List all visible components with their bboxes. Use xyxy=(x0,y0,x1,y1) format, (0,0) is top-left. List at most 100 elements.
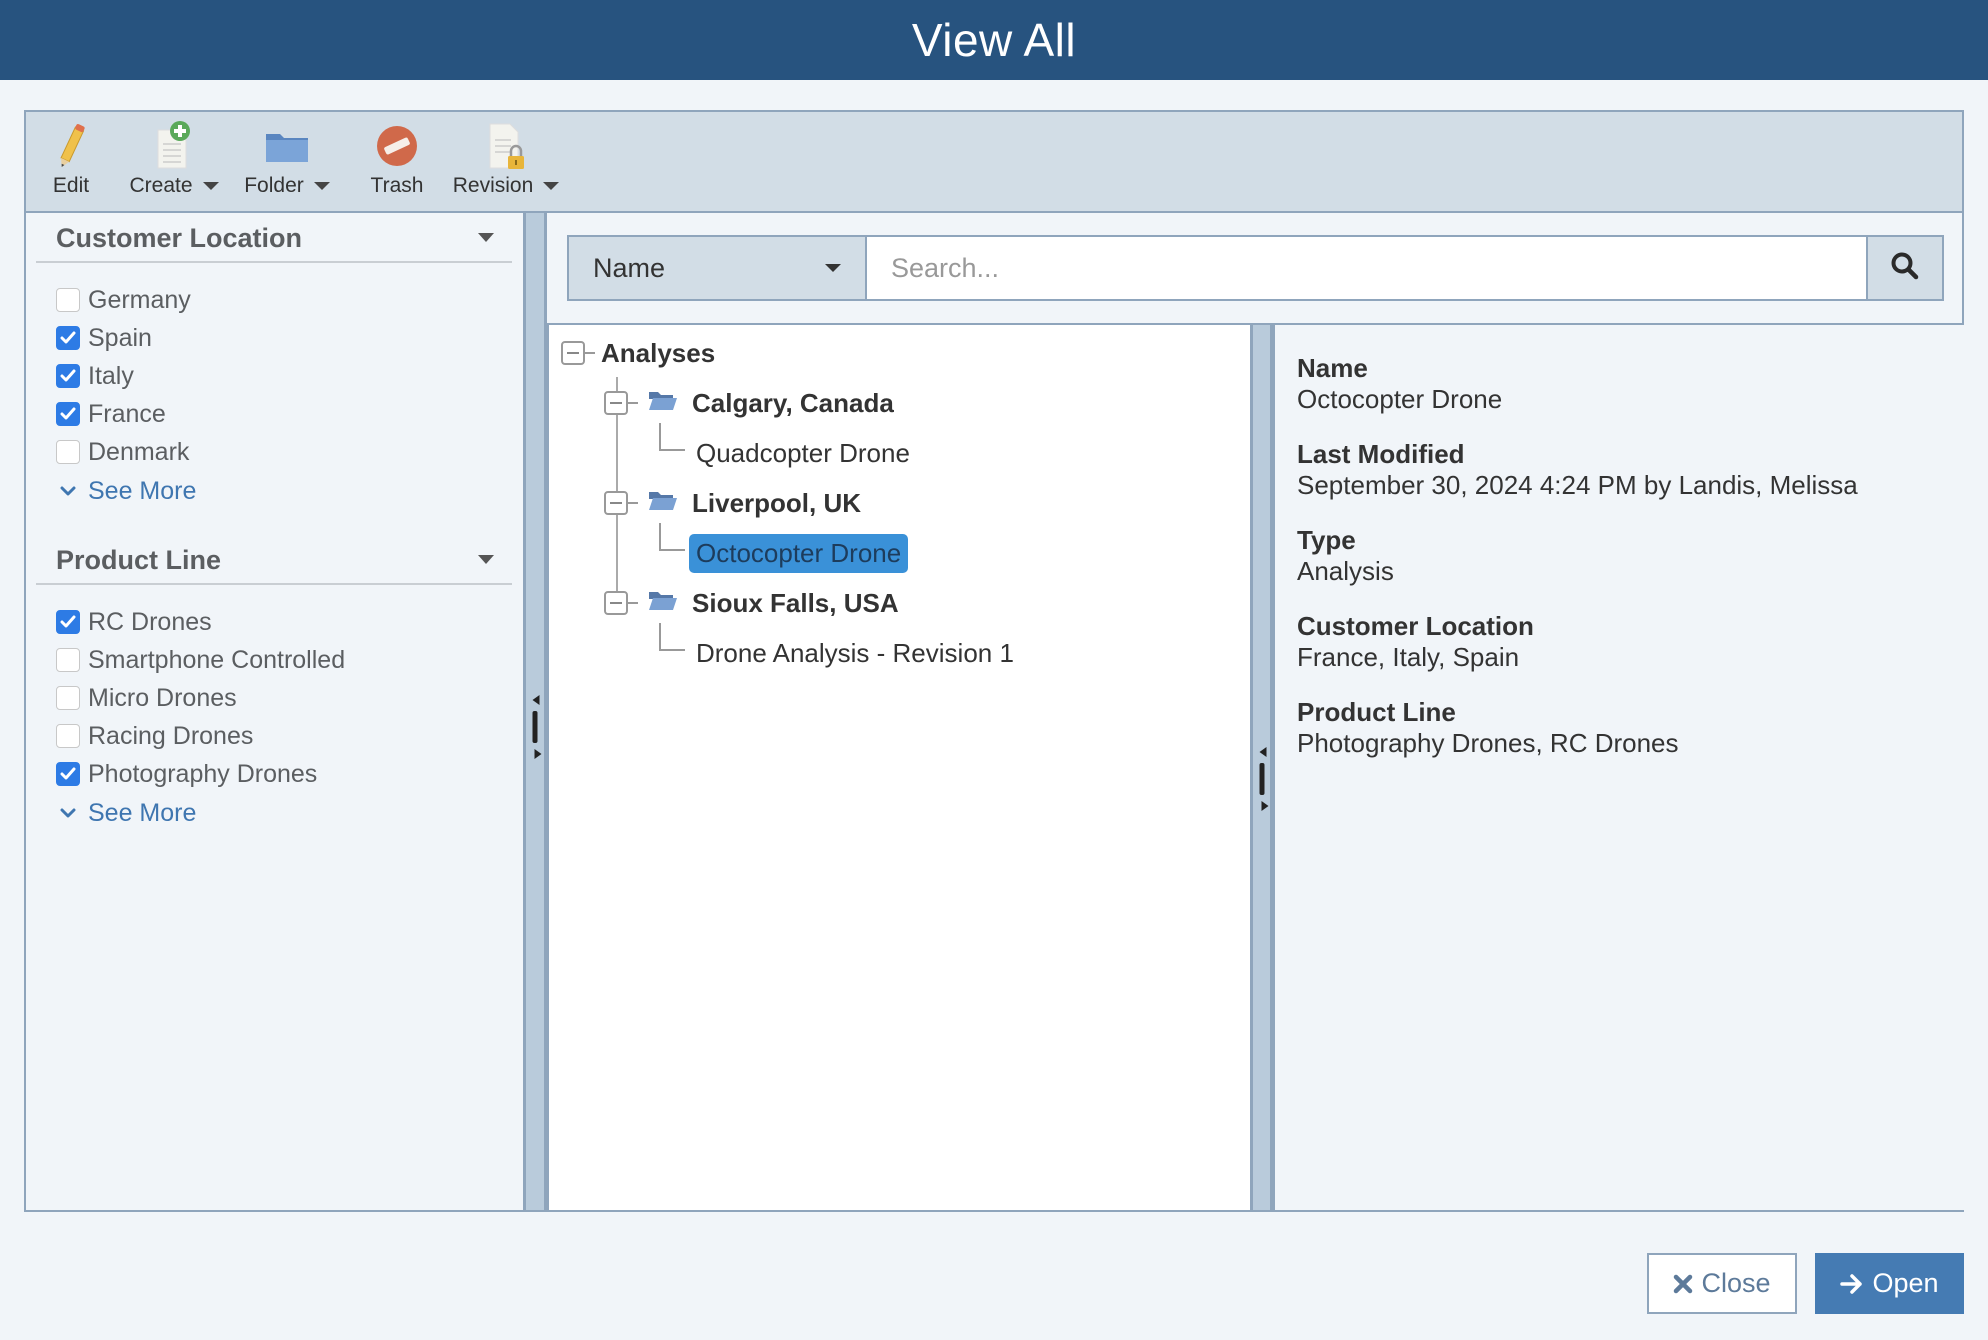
detail-value: France, Italy, Spain xyxy=(1297,642,1520,672)
tree-leaf-selected[interactable]: Octocopter Drone xyxy=(689,531,909,575)
detail-value: Octocopter Drone xyxy=(1297,384,1503,414)
tree-node-label: Octocopter Drone xyxy=(689,533,909,573)
filter-option-micro-drones[interactable]: Micro Drones xyxy=(56,679,512,717)
search-button[interactable] xyxy=(1866,235,1944,301)
close-icon xyxy=(1673,1274,1693,1294)
collapse-caret-icon[interactable] xyxy=(478,555,494,564)
search-bar: Name xyxy=(567,235,1944,301)
edit-button[interactable]: Edit xyxy=(46,120,96,208)
open-folder-icon xyxy=(648,390,678,417)
collapse-toggle-icon[interactable] xyxy=(604,491,628,515)
option-label: Germany xyxy=(88,285,191,314)
filter-option-smartphone-controlled[interactable]: Smartphone Controlled xyxy=(56,641,512,679)
tree-folder[interactable]: Liverpool, UK xyxy=(604,483,861,523)
tree-folder[interactable]: Sioux Falls, USA xyxy=(604,583,899,623)
search-input[interactable] xyxy=(867,235,1866,301)
checkbox[interactable] xyxy=(56,762,80,786)
filter-option-italy[interactable]: Italy xyxy=(56,357,512,395)
search-icon xyxy=(1890,251,1920,286)
detail-label: Last Modified xyxy=(1297,439,1465,469)
product-line-options: RC Drones Smartphone Controlled Micro Dr… xyxy=(36,585,512,833)
main-area: Name Analyses xyxy=(547,213,1964,1210)
option-label: Denmark xyxy=(88,437,190,466)
tree-folder[interactable]: Calgary, Canada xyxy=(604,383,894,423)
trash-button[interactable]: Trash xyxy=(362,120,432,208)
search-field-value: Name xyxy=(593,252,666,283)
chevron-down-icon xyxy=(56,486,80,496)
tree-leaf[interactable]: Drone Analysis - Revision 1 xyxy=(689,633,1021,673)
trash-icon xyxy=(373,120,421,172)
tree-node-label: Drone Analysis - Revision 1 xyxy=(696,637,1014,668)
filter-option-france[interactable]: France xyxy=(56,395,512,433)
facet-product-line: Product Line RC Drones Smartphone Contro… xyxy=(36,535,512,833)
checkbox[interactable] xyxy=(56,724,80,748)
checkbox[interactable] xyxy=(56,648,80,672)
create-button[interactable]: Create xyxy=(126,120,222,208)
tree-connector xyxy=(659,623,685,651)
dialog-header: View All xyxy=(0,0,1988,80)
collapse-toggle-icon[interactable] xyxy=(561,341,585,365)
view-all-dialog: Edit Create Folder Trash Revision Custom… xyxy=(24,110,1964,1212)
detail-label: Product Line xyxy=(1297,697,1456,727)
collapse-toggle-icon[interactable] xyxy=(604,591,628,615)
filter-option-racing-drones[interactable]: Racing Drones xyxy=(56,717,512,755)
detail-panel-splitter[interactable] xyxy=(1250,325,1273,1210)
checkbox[interactable] xyxy=(56,288,80,312)
filter-option-denmark[interactable]: Denmark xyxy=(56,433,512,471)
left-panel-splitter[interactable] xyxy=(523,213,547,1210)
filter-option-spain[interactable]: Spain xyxy=(56,319,512,357)
open-folder-icon xyxy=(648,590,678,617)
collapse-toggle-icon[interactable] xyxy=(604,391,628,415)
facet-customer-location: Customer Location Germany Spain Italy Fr… xyxy=(36,213,512,511)
chevron-down-icon xyxy=(313,182,330,190)
detail-value: Photography Drones, RC Drones xyxy=(1297,728,1679,758)
detail-customer-location: Customer Location France, Italy, Spain xyxy=(1297,611,1534,673)
tree-node-label: Analyses xyxy=(601,337,716,368)
chevron-down-icon xyxy=(56,808,80,818)
dialog-title: View All xyxy=(911,14,1077,66)
folder-label: Folder xyxy=(244,174,304,197)
filter-option-rc-drones[interactable]: RC Drones xyxy=(56,603,512,641)
locked-document-icon xyxy=(482,120,530,172)
option-label: Italy xyxy=(88,361,134,390)
tree-view: Analyses Calgary, Canada Quadcopter Dron… xyxy=(547,325,1250,1210)
checkbox[interactable] xyxy=(56,686,80,710)
close-button[interactable]: Close xyxy=(1647,1253,1797,1314)
detail-value: September 30, 2024 4:24 PM by Landis, Me… xyxy=(1297,470,1858,500)
checkbox[interactable] xyxy=(56,610,80,634)
checkbox[interactable] xyxy=(56,402,80,426)
filter-panel: Customer Location Germany Spain Italy Fr… xyxy=(26,213,523,1210)
collapse-caret-icon[interactable] xyxy=(478,233,494,242)
tree-leaf[interactable]: Quadcopter Drone xyxy=(689,433,917,473)
folder-button[interactable]: Folder xyxy=(242,120,332,208)
checkbox[interactable] xyxy=(56,440,80,464)
checkbox[interactable] xyxy=(56,364,80,388)
search-field-select[interactable]: Name xyxy=(567,235,867,301)
close-label: Close xyxy=(1701,1268,1771,1298)
checkbox[interactable] xyxy=(56,326,80,350)
revision-button[interactable]: Revision xyxy=(446,120,566,208)
filter-option-photography-drones[interactable]: Photography Drones xyxy=(56,755,512,793)
option-label: Spain xyxy=(88,323,152,352)
filter-option-germany[interactable]: Germany xyxy=(56,281,512,319)
option-label: Racing Drones xyxy=(88,721,254,750)
tree-node-label: Quadcopter Drone xyxy=(696,437,910,468)
option-label: RC Drones xyxy=(88,607,212,636)
splitter-grip-icon xyxy=(529,695,542,759)
detail-label: Type xyxy=(1297,525,1356,555)
open-label: Open xyxy=(1872,1268,1939,1298)
see-more-link[interactable]: See More xyxy=(56,471,512,511)
edit-label: Edit xyxy=(52,174,90,197)
option-label: Photography Drones xyxy=(88,759,318,788)
chevron-down-icon xyxy=(202,182,219,190)
chevron-down-icon xyxy=(825,264,841,272)
open-folder-icon xyxy=(648,490,678,517)
facet-title: Product Line xyxy=(56,545,222,575)
revision-label: Revision xyxy=(452,174,534,197)
open-button[interactable]: Open xyxy=(1815,1253,1964,1314)
tree-node-root[interactable]: Analyses xyxy=(561,333,715,373)
folder-icon xyxy=(263,120,311,172)
detail-type: Type Analysis xyxy=(1297,525,1394,587)
customer-location-options: Germany Spain Italy France Denmark See M… xyxy=(36,263,512,511)
see-more-link[interactable]: See More xyxy=(56,793,512,833)
